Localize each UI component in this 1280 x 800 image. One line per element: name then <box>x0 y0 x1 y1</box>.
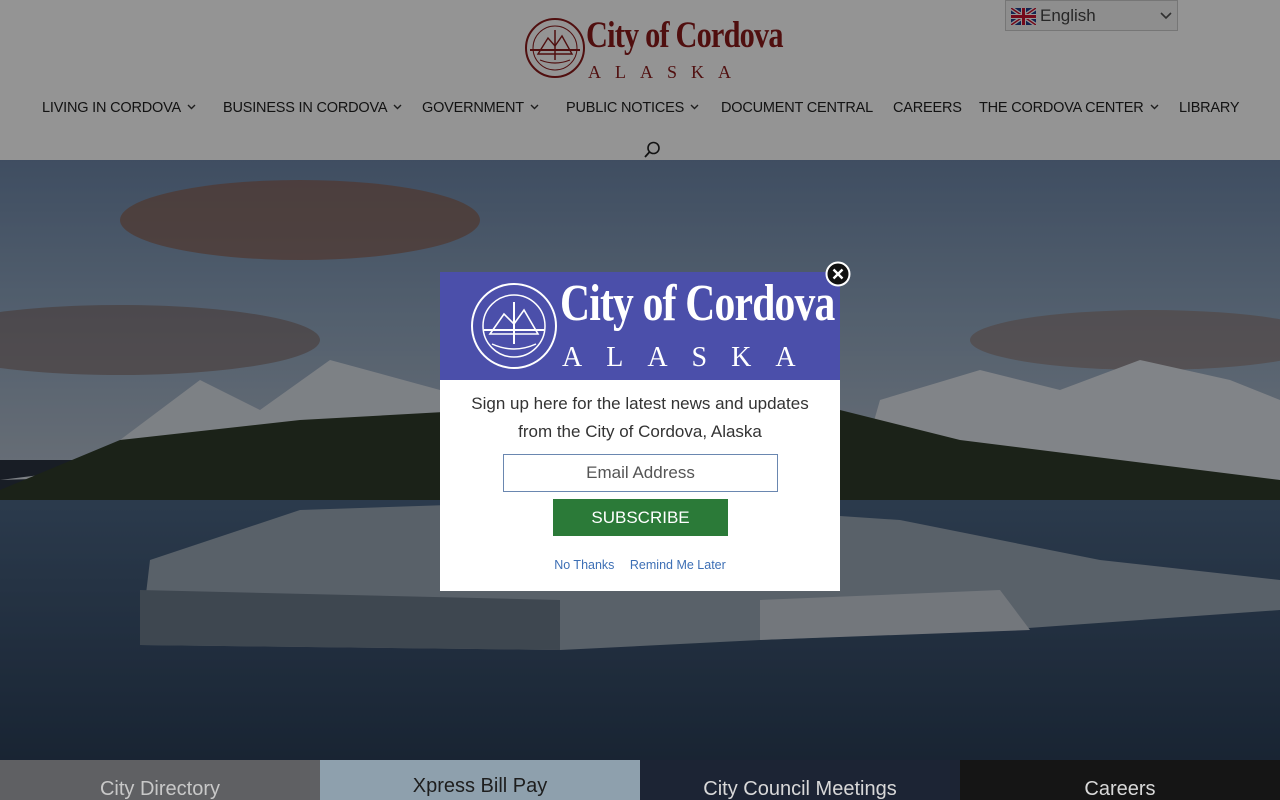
email-input[interactable] <box>503 454 778 492</box>
popup-banner: City of Cordova ALASKA <box>440 272 840 380</box>
remind-later-link[interactable]: Remind Me Later <box>630 558 726 572</box>
tile-xpress-bill-pay[interactable]: Xpress Bill Pay <box>320 760 640 800</box>
popup-message: Sign up here for the latest news and upd… <box>471 394 809 441</box>
subscribe-button[interactable]: SUBSCRIBE <box>553 499 728 536</box>
tile-city-directory[interactable]: City Directory <box>0 760 320 800</box>
quick-links: City Directory Xpress Bill Pay City Coun… <box>0 760 1280 800</box>
city-seal-icon <box>471 283 557 369</box>
close-icon[interactable] <box>825 261 851 287</box>
tile-city-council-meetings[interactable]: City Council Meetings <box>640 760 960 800</box>
tile-careers[interactable]: Careers <box>960 760 1280 800</box>
newsletter-popup: City of Cordova ALASKA Sign up here for … <box>440 272 840 591</box>
popup-subtitle: ALASKA <box>562 342 820 373</box>
popup-title: City of Cordova <box>560 275 835 332</box>
popup-links: No Thanks Remind Me Later <box>440 558 840 572</box>
no-thanks-link[interactable]: No Thanks <box>554 558 614 572</box>
